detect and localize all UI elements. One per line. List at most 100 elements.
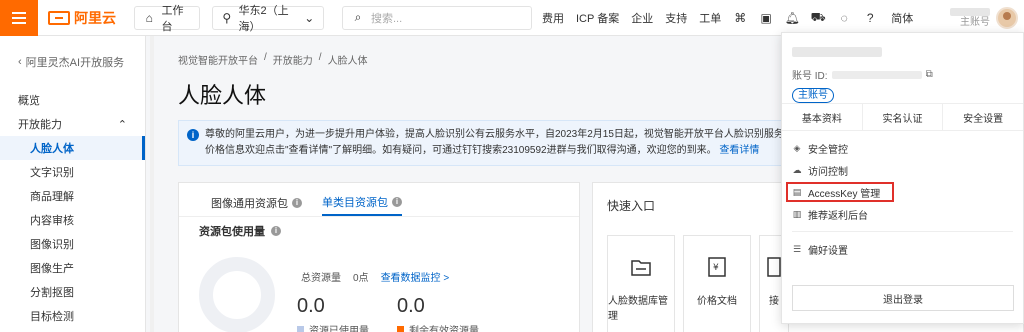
account-name-blurred <box>950 7 990 16</box>
tab-security-settings[interactable]: 安全设置 <box>943 104 1023 130</box>
quick-tile-price-doc[interactable]: ¥ 价格文档 <box>683 235 751 332</box>
link-icp[interactable]: ICP 备案 <box>576 10 619 26</box>
cart-icon[interactable]: ⛟ <box>811 10 826 25</box>
search-input[interactable]: ⌕ 搜索... <box>342 5 532 30</box>
sidebar-back-link[interactable]: ‹ 阿里灵杰AI开放服务 <box>0 36 145 88</box>
menu-item-access-control[interactable]: ☁ 访问控制 <box>782 159 1023 181</box>
notice-text-line1: 尊敬的阿里云用户，为进一步提升用户体验，提高人脸识别公有云服务水平，自2023年… <box>205 129 807 140</box>
sidebar-group-open-capabilities[interactable]: 开放能力 ⌃ <box>0 112 145 136</box>
tab-label: 图像通用资源包 <box>211 198 288 210</box>
aliyun-logo[interactable]: 阿里云 <box>48 8 128 28</box>
language-switch[interactable]: 简体 <box>891 10 913 26</box>
bell-icon[interactable]: 🔔︎ <box>785 11 800 25</box>
region-label: 华东2（上海） <box>238 4 289 33</box>
info-icon[interactable]: i <box>292 198 302 208</box>
notice-details-link[interactable]: 查看详情 <box>719 145 759 156</box>
sidebar-item-object-detection[interactable]: 目标检测 <box>0 304 145 328</box>
menu-item-referral[interactable]: ▥ 推荐返利后台 <box>782 203 1023 225</box>
tab-general-package[interactable]: 图像通用资源包 i <box>211 190 302 216</box>
info-icon[interactable]: i <box>392 197 402 207</box>
account-id-blurred <box>831 70 922 79</box>
sidebar-item-image-production[interactable]: 图像生产 <box>0 256 145 280</box>
sliders-icon: ☰ <box>792 243 802 254</box>
copy-icon[interactable]: ⧉ <box>926 69 933 80</box>
account-name: 主账号 <box>946 7 990 29</box>
link-ticket[interactable]: 工单 <box>699 10 721 26</box>
account-type-badge: 主账号 <box>792 88 834 103</box>
quick-tile-face-db[interactable]: 人脸数据库管理 <box>607 235 675 332</box>
breadcrumb-item[interactable]: 视觉智能开放平台 <box>178 52 258 67</box>
sidebar-scrollbar[interactable] <box>150 36 154 332</box>
help-icon[interactable]: ? <box>863 11 877 25</box>
data-monitor-link[interactable]: 查看数据监控 > <box>381 269 450 284</box>
used-color-square <box>297 326 304 332</box>
quick-entry-title: 快速入口 <box>607 199 656 213</box>
tab-basic-info[interactable]: 基本资料 <box>782 104 863 130</box>
link-enterprise[interactable]: 企业 <box>631 10 653 26</box>
link-billing[interactable]: 费用 <box>542 10 564 26</box>
remaining-color-square <box>397 326 404 332</box>
sidebar-group-label: 开放能力 <box>18 119 62 131</box>
gift-icon: ▥ <box>792 208 802 219</box>
page-title: 人脸人体 <box>178 83 267 108</box>
menu-icon[interactable] <box>0 0 38 36</box>
remaining-value: 0.0 <box>397 295 425 317</box>
used-label: 资源已使用量 <box>309 326 369 332</box>
usage-donut <box>199 257 275 332</box>
sidebar-item-overview[interactable]: 概览 <box>0 88 145 112</box>
used-value: 0.0 <box>297 295 325 317</box>
logout-button[interactable]: 退出登录 <box>792 285 1014 311</box>
tab-real-name-auth[interactable]: 实名认证 <box>863 104 944 130</box>
total-label: 总资源量 <box>301 273 341 284</box>
sidebar-item-image-recognition[interactable]: 图像识别 <box>0 232 145 256</box>
remaining-legend: 剩余有效资源量 <box>397 322 479 332</box>
menu-item-label: 访问控制 <box>808 166 848 178</box>
breadcrumb-item[interactable]: 开放能力 <box>273 52 313 67</box>
workbench-button[interactable]: ⌂ 工作台 <box>134 5 200 33</box>
info-icon: i <box>187 129 199 141</box>
total-value: 0点 <box>353 273 369 284</box>
search-icon: ⌕ <box>354 10 362 24</box>
cloud-shell-icon[interactable]: ⌘ <box>733 11 747 25</box>
lightbulb-icon[interactable]: ◌ <box>837 11 851 25</box>
notice-banner: i 尊敬的阿里云用户，为进一步提升用户体验，提高人脸识别公有云服务水平，自202… <box>178 120 818 166</box>
total-resource-row: 总资源量 0点 查看数据监控 > <box>301 269 449 284</box>
divider <box>792 231 1013 232</box>
notice-text-line2: 价格信息欢迎点击"查看详情"了解明细。如有疑问，可通过钉钉搜索23109592进… <box>205 143 807 159</box>
quick-tile-label: 人脸数据库管理 <box>608 296 668 322</box>
logo-mark-icon <box>48 10 70 25</box>
account-menu[interactable]: 主账号 <box>920 0 1024 36</box>
sidebar-item-goods[interactable]: 商品理解 <box>0 184 145 208</box>
account-header: 账号 ID: ⧉ 主账号 <box>782 33 1023 103</box>
top-links: 费用 ICP 备案 企业 支持 工单 ⌘ ▣ 🔔︎ ⛟ ◌ ? 简体 <box>542 10 913 26</box>
avatar[interactable] <box>996 7 1018 29</box>
menu-item-preferences[interactable]: ☰ 偏好设置 <box>782 238 1023 260</box>
used-legend: 资源已使用量 <box>297 322 369 332</box>
account-tabs: 基本资料 实名认证 安全设置 <box>782 103 1023 131</box>
link-support[interactable]: 支持 <box>665 10 687 26</box>
account-name-blurred <box>792 47 882 57</box>
menu-item-security-control[interactable]: ◈ 安全管控 <box>782 137 1023 159</box>
quick-tile-label: 价格文档 <box>697 296 737 307</box>
breadcrumb-separator: / <box>318 52 322 63</box>
sidebar-item-content-review[interactable]: 内容审核 <box>0 208 145 232</box>
sidebar-item-segmentation[interactable]: 分割抠图 <box>0 280 145 304</box>
menu-item-label: 安全管控 <box>808 144 848 156</box>
menu-item-label: 偏好设置 <box>808 245 848 257</box>
info-icon[interactable]: i <box>271 226 281 236</box>
home-icon: ⌂ <box>145 10 153 25</box>
sidebar-item-ocr[interactable]: 文字识别 <box>0 160 145 184</box>
menu-item-accesskey[interactable]: ▤ AccessKey 管理 <box>782 181 1023 203</box>
remaining-stat: 0.0 剩余有效资源量 <box>397 295 479 332</box>
brand-name: 阿里云 <box>74 9 116 26</box>
chevron-down-icon: ⌄ <box>304 10 315 25</box>
price-doc-icon: ¥ <box>706 256 728 278</box>
workbench-label: 工作台 <box>161 4 184 33</box>
terminal-icon[interactable]: ▣ <box>759 11 773 25</box>
svg-text:¥: ¥ <box>713 263 719 273</box>
highlight-box <box>786 182 894 202</box>
sidebar-item-face-body[interactable]: 人脸人体 <box>0 136 145 160</box>
tab-single-category-package[interactable]: 单类目资源包 i <box>322 190 402 216</box>
remaining-label: 剩余有效资源量 <box>409 326 479 332</box>
region-selector[interactable]: ⚲ 华东2（上海） ⌄ <box>212 5 324 33</box>
